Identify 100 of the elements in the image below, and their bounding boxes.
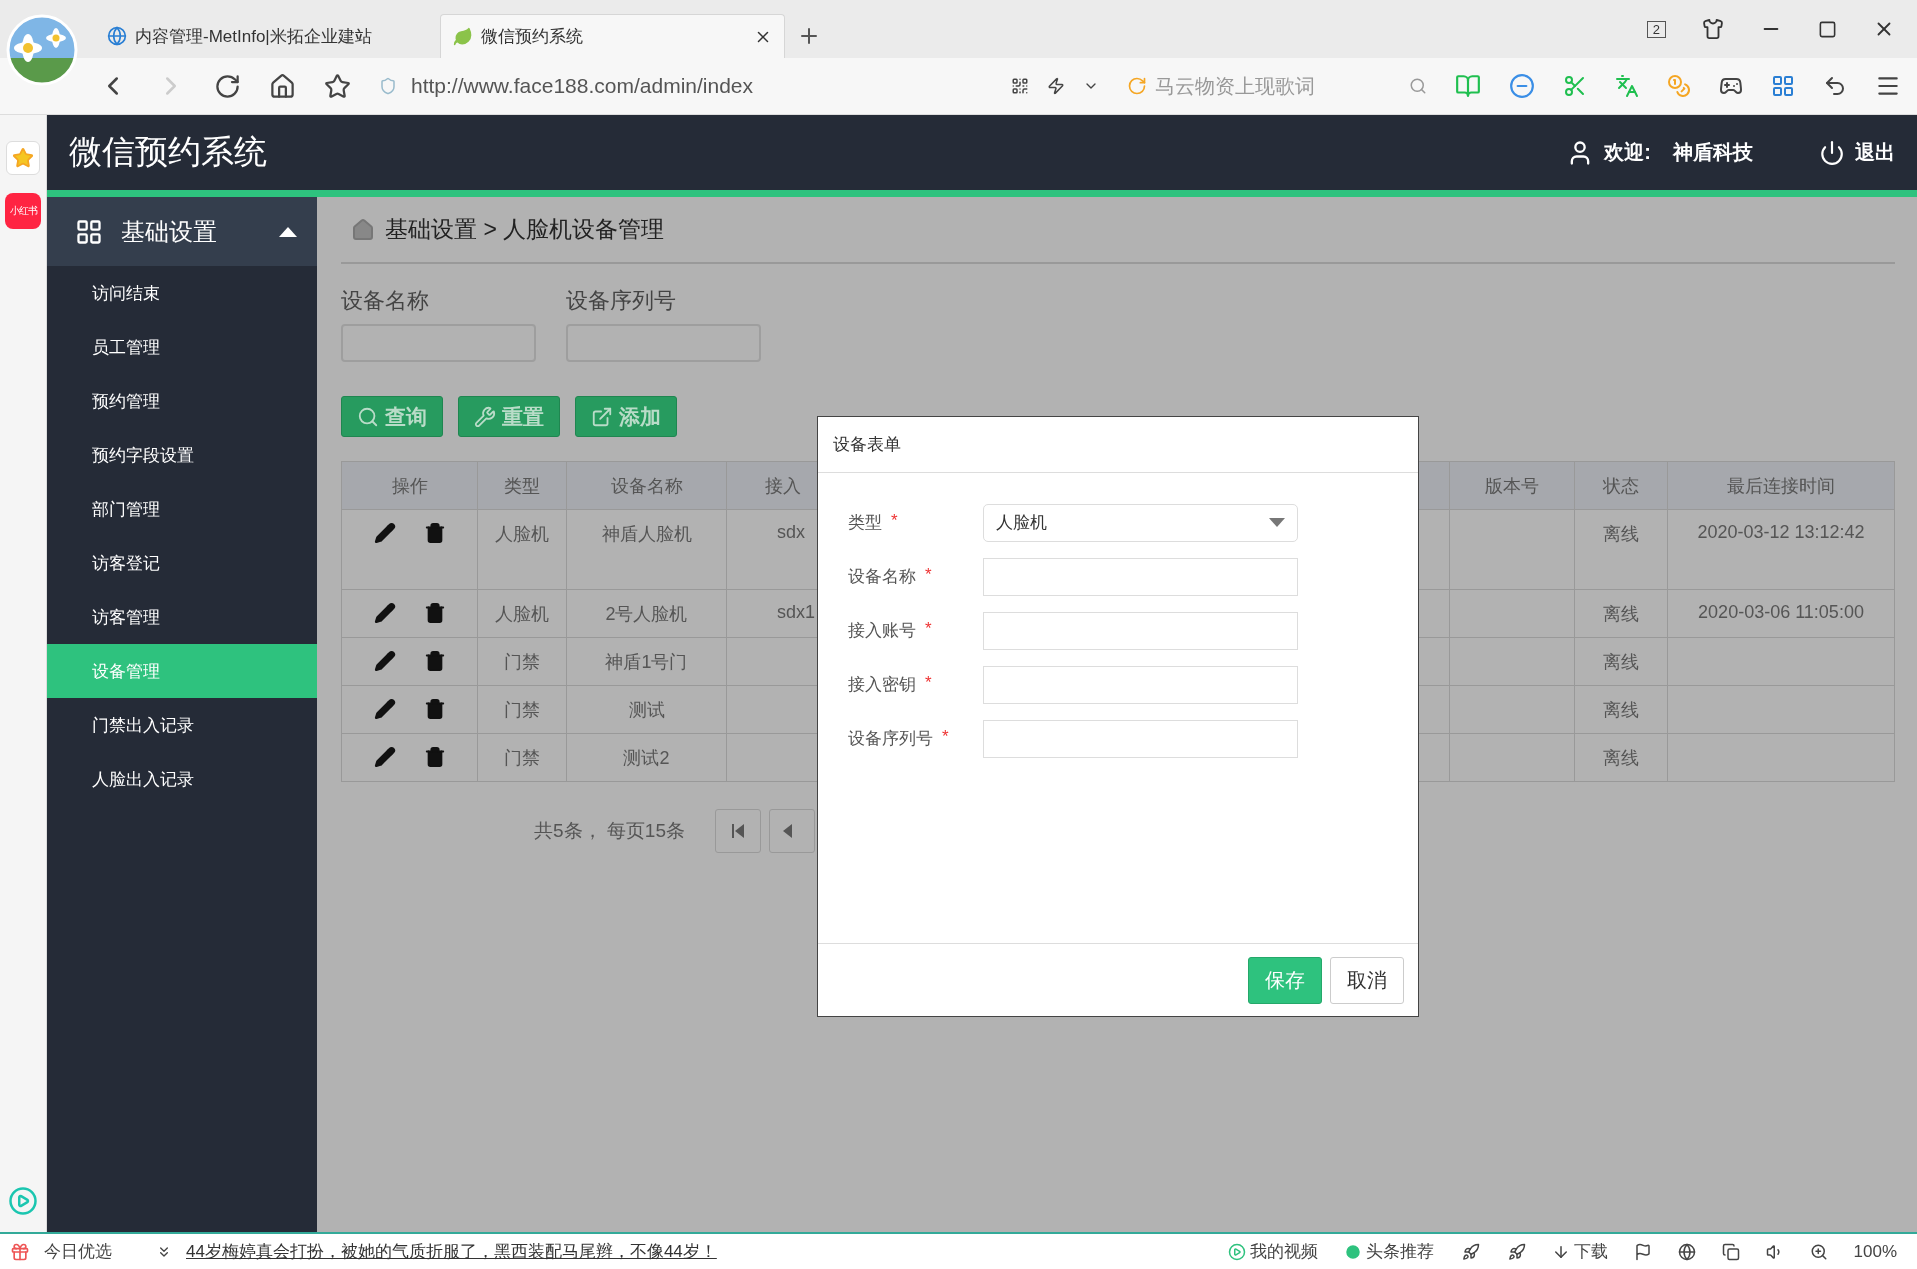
sidebar-item[interactable]: 访客登记 [47,536,317,590]
home-icon[interactable] [269,72,296,100]
field-label: 设备序列号 [848,728,933,750]
qr-code-icon[interactable] [1011,77,1029,95]
field-label: 类型 [848,512,882,534]
previous-page-button[interactable] [769,809,815,853]
first-page-button[interactable] [715,809,761,853]
star-icon[interactable] [324,72,351,100]
welcome-label: 欢迎: [1604,140,1651,165]
table-cell: 测试 [567,686,727,734]
table-cell: 门禁 [478,734,567,782]
delete-icon[interactable] [423,746,446,768]
rocket-icon[interactable] [1461,1242,1480,1261]
status-link[interactable]: 头条推荐 [1365,1240,1434,1263]
app-title: 微信预约系统 [69,132,267,172]
table-cell: 门禁 [478,686,567,734]
sidebar-item[interactable]: 人脸出入记录 [47,752,317,806]
external-link-icon [591,405,613,428]
shirt-icon[interactable] [1702,18,1724,40]
search-engine-icon [1127,76,1147,96]
leaf-icon [453,26,473,47]
table-cell: 2020-03-06 11:05:00 [1668,590,1895,638]
cancel-button[interactable]: 取消 [1330,956,1404,1004]
pagination-summary: 共5条， 每页15条 [534,819,685,843]
app-badge[interactable]: 小红书 [5,193,41,229]
edit-icon[interactable] [373,746,396,768]
type-select[interactable]: 人脸机 [983,503,1298,542]
user-name: 神盾科技 [1673,140,1753,165]
delete-icon[interactable] [423,650,446,672]
first-page-icon [731,822,745,840]
sidebar-item[interactable]: 访客管理 [47,590,317,644]
edit-icon[interactable] [373,650,396,672]
sidebar-item[interactable]: 门禁出入记录 [47,698,317,752]
table-cell: 神盾人脸机 [567,510,727,590]
maximize-icon[interactable] [1818,19,1837,39]
dialog-title: 设备表单 [833,434,901,456]
input-field[interactable] [983,719,1298,758]
filter-label: 设备名称 [341,287,430,315]
column-header: 类型 [478,462,567,510]
star-icon [12,147,34,169]
undo-icon[interactable] [1823,74,1847,98]
field-label: 接入密钥 [848,674,916,696]
edit-icon[interactable] [373,522,396,544]
table-cell: 离线 [1575,590,1668,638]
required-mark: * [891,511,898,532]
filter-label: 设备序列号 [566,287,677,315]
table-cell: 离线 [1575,510,1668,590]
zoom-level[interactable]: 100% [1853,1241,1897,1262]
window-count[interactable]: 2 [1646,20,1666,38]
sidebar-item[interactable]: 访问结束 [47,266,317,320]
apps-icon[interactable] [1771,74,1795,98]
edit-icon[interactable] [373,698,396,720]
sidebar-item[interactable]: 员工管理 [47,320,317,374]
breadcrumb: 基础设置 > 人脸机设备管理 [385,215,665,244]
table-cell: 测试2 [567,734,727,782]
table-cell: 离线 [1575,686,1668,734]
minus-circle-icon[interactable] [1509,73,1535,99]
search-icon [1409,77,1427,95]
reload-icon[interactable] [214,72,241,100]
sidebar-item[interactable]: 部门管理 [47,482,317,536]
column-header: 设备名称 [567,462,727,510]
grid-icon [75,217,103,246]
shield-icon [379,77,397,95]
delete-icon[interactable] [423,602,446,624]
browser-tab[interactable]: 微信预约系统 [440,14,785,58]
previous-icon [782,823,792,839]
rocket-icon[interactable] [1507,1242,1526,1261]
input-field[interactable] [983,557,1298,596]
delete-icon[interactable] [423,698,446,720]
address-field[interactable]: http://www.face188.com/admin/index [411,74,753,98]
input-field[interactable] [983,665,1298,704]
delete-icon[interactable] [423,522,446,544]
wrench-icon [474,405,496,428]
copy-icon[interactable] [1721,1242,1740,1261]
table-cell: 离线 [1575,734,1668,782]
input-field[interactable] [983,611,1298,650]
sidebar-section[interactable]: 基础设置 [47,197,317,266]
globe-icon[interactable] [1677,1242,1696,1261]
power-icon[interactable] [1819,139,1845,166]
table-cell: 神盾1号门 [567,638,727,686]
edit-icon[interactable] [373,602,396,624]
caret-icon [1269,518,1285,527]
table-cell: 人脸机 [478,590,567,638]
sidebar-item[interactable]: 预约管理 [47,374,317,428]
lightning-icon[interactable] [1047,77,1065,95]
headline-link[interactable]: 44岁梅婷真会打扮，被她的气质折服了，黑西装配马尾辫，不像44岁！ [186,1240,717,1263]
sidebar-item[interactable]: 预约字段设置 [47,428,317,482]
table-cell: 2020-03-12 13:12:42 [1668,510,1895,590]
required-mark: * [942,727,949,748]
flag-icon[interactable] [1633,1242,1652,1261]
browser-tab[interactable]: 内容管理-MetInfo|米拓企业建站 [95,14,440,58]
caret-icon [279,226,297,237]
logout-link[interactable]: 退出 [1855,139,1895,166]
status-link[interactable]: 下载 [1573,1240,1608,1263]
status-link[interactable]: 我的视频 [1249,1240,1318,1263]
gift-icon[interactable] [10,1241,30,1262]
column-header: 操作 [342,462,478,510]
status-label: 今日优选 [44,1241,112,1263]
zoom-icon[interactable] [1809,1242,1828,1261]
required-mark: * [925,565,932,586]
